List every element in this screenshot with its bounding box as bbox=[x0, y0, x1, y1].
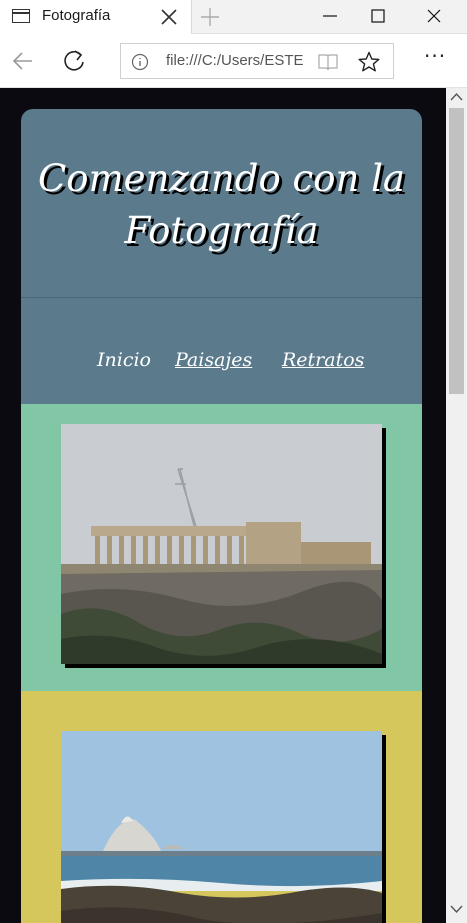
page-viewport: Comenzando con la Fotografía Inicio Pais… bbox=[0, 88, 446, 923]
address-bar[interactable]: file:///C:/Users/ESTE bbox=[120, 43, 394, 79]
photo-section-green bbox=[21, 404, 422, 691]
menu-item-paisajes[interactable]: Paisajes bbox=[175, 349, 252, 371]
site-header: Comenzando con la Fotografía Inicio Pais… bbox=[21, 109, 422, 404]
menu-item-retratos[interactable]: Retratos bbox=[282, 349, 364, 371]
more-options-button[interactable]: ··· bbox=[424, 46, 454, 69]
back-arrow-icon[interactable] bbox=[10, 48, 36, 74]
vertical-scrollbar[interactable] bbox=[446, 88, 467, 923]
scrollbar-thumb[interactable] bbox=[449, 108, 464, 394]
photo-section-yellow bbox=[21, 691, 422, 923]
scroll-down-arrow-icon[interactable] bbox=[446, 900, 467, 918]
site-title-line-1: Comenzando con la bbox=[38, 157, 405, 200]
menu-item-inicio[interactable]: Inicio bbox=[97, 349, 151, 371]
tab-title: Fotografía bbox=[42, 7, 111, 24]
refresh-icon[interactable] bbox=[60, 47, 88, 75]
acropolis-photo bbox=[61, 424, 382, 664]
reading-view-icon[interactable] bbox=[317, 52, 339, 72]
maximize-icon[interactable] bbox=[354, 0, 402, 34]
minimize-icon[interactable] bbox=[306, 0, 354, 34]
site-container: Comenzando con la Fotografía Inicio Pais… bbox=[21, 109, 422, 923]
window-close-icon[interactable] bbox=[410, 0, 458, 34]
tab-page-icon bbox=[12, 9, 30, 23]
navigation-bar: file:///C:/Users/ESTE ··· bbox=[0, 34, 467, 88]
tab-close-icon[interactable] bbox=[158, 6, 180, 28]
new-tab-icon[interactable] bbox=[198, 5, 222, 29]
coastline-photo bbox=[61, 731, 382, 923]
browser-tab[interactable]: Fotografía bbox=[0, 0, 192, 34]
info-icon[interactable] bbox=[131, 53, 149, 71]
site-title-line-2: Fotografía bbox=[124, 209, 319, 252]
title-bar: Fotografía bbox=[0, 0, 467, 34]
url-text[interactable]: file:///C:/Users/ESTE bbox=[166, 52, 309, 69]
scroll-up-arrow-icon[interactable] bbox=[446, 88, 467, 106]
header-divider bbox=[21, 297, 422, 298]
favorite-star-icon[interactable] bbox=[357, 50, 381, 74]
site-title: Comenzando con la Fotografía bbox=[21, 153, 422, 257]
